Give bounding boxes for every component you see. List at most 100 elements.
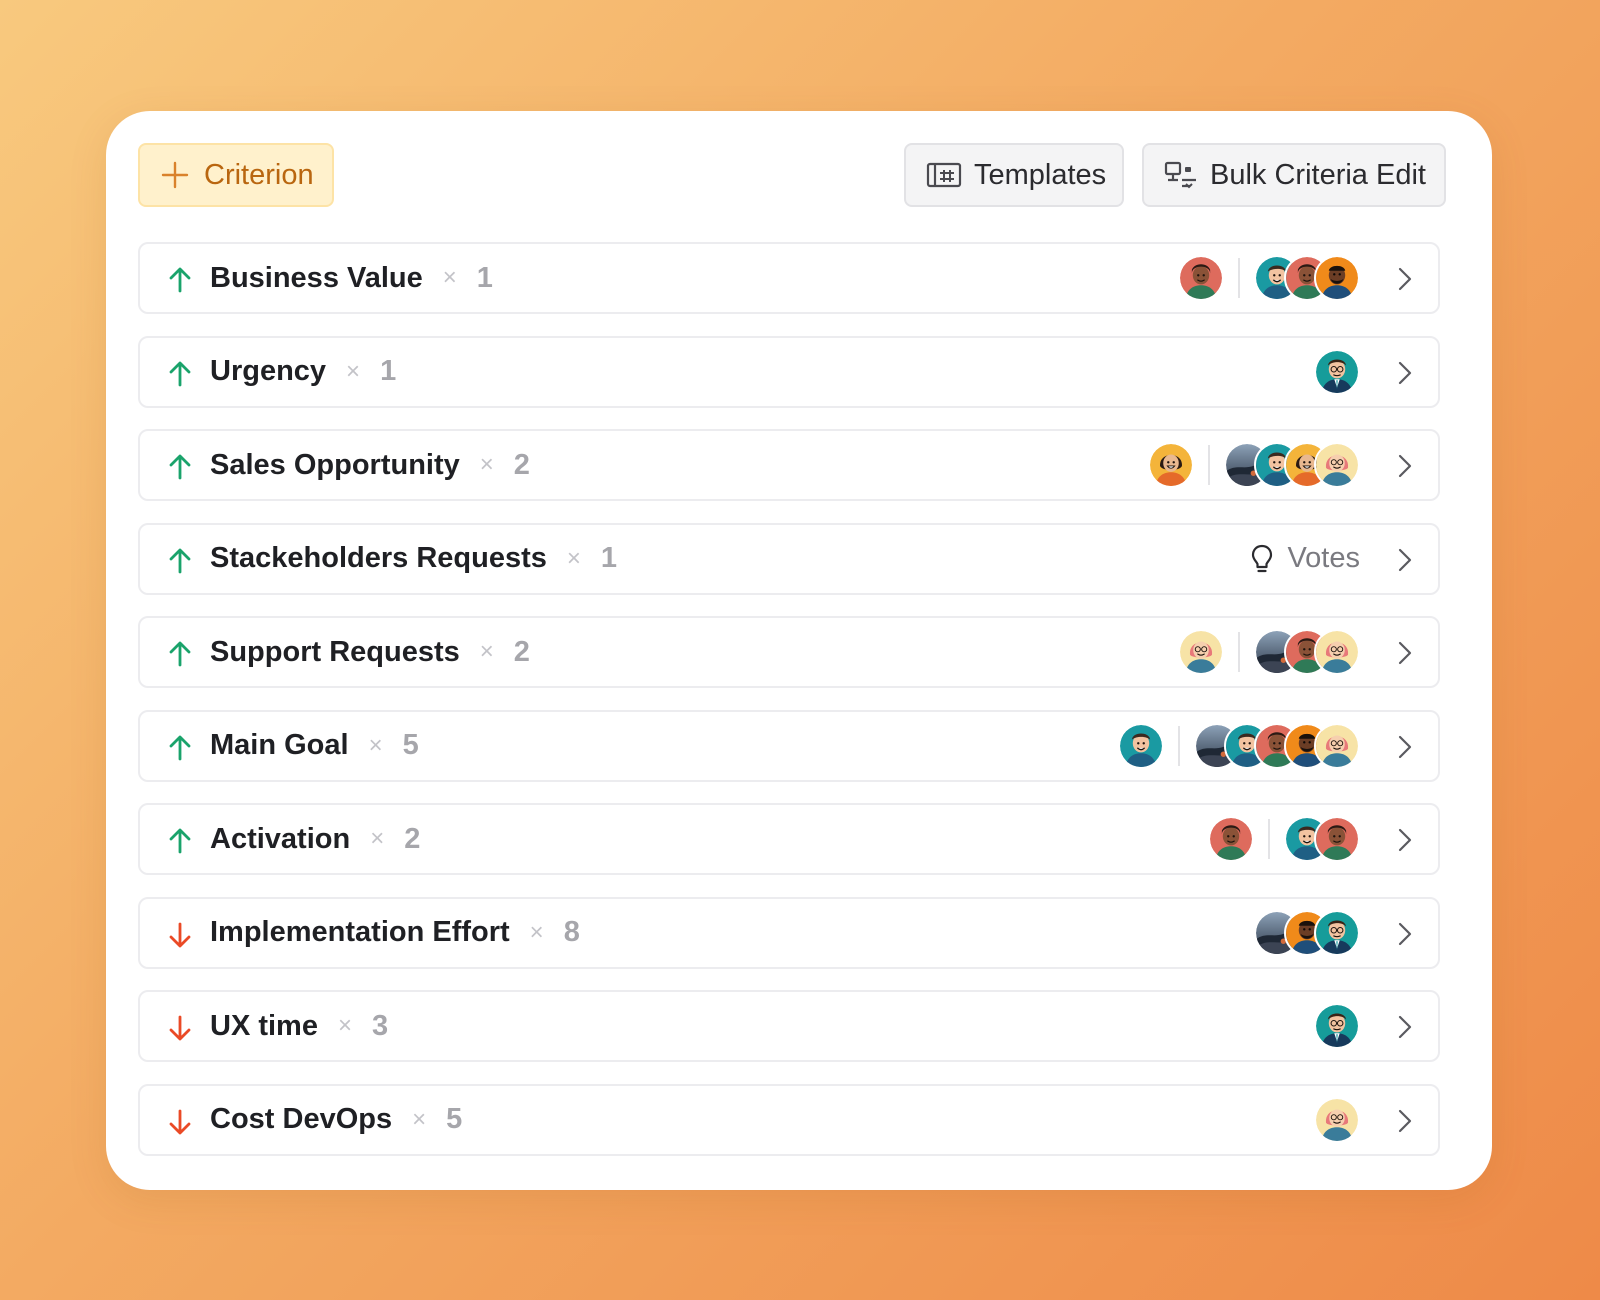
criterion-name: Stackeholders Requests [210,542,547,574]
voter-avatars [1194,722,1360,769]
multiply-icon: × [337,1012,352,1039]
voter-avatars [1224,442,1360,488]
chevron-right-icon[interactable] [1394,827,1416,853]
multiply-icon: × [442,264,457,291]
plus-icon [161,161,189,189]
chevron-right-icon[interactable] [1394,734,1416,760]
avatar-woman-pink[interactable] [1314,629,1360,675]
criterion-row[interactable]: Main Goal × 5 [138,709,1440,782]
criterion-weight: 1 [380,355,397,387]
criteria-card: Criterion Templates Bulk Criteria Edit B… [106,111,1492,1190]
assignees [1178,618,1360,686]
chevron-right-icon[interactable] [1394,921,1416,947]
criterion-name-group: UX time × 3 [210,1010,388,1043]
bulk-criteria-edit-button[interactable]: Bulk Criteria Edit [1142,143,1446,207]
criterion-name-group: Support Requests × 2 [210,636,530,669]
criterion-weight: 5 [402,729,419,761]
multiply-icon: × [566,544,581,572]
criterion-name-group: Urgency × 1 [210,355,396,388]
avatar-woman-green[interactable] [1208,816,1254,862]
avatar-man-teal[interactable] [1118,722,1164,769]
criterion-name-group: Business Value × 1 [210,262,493,295]
chevron-right-icon[interactable] [1394,1108,1416,1134]
divider [1178,725,1180,766]
criterion-row[interactable]: Stackeholders Requests × 1 Votes [138,522,1440,595]
criterion-row[interactable]: UX time × 3 [138,990,1440,1062]
criterion-name: Implementation Effort [210,916,510,948]
voter-avatars [1284,816,1360,862]
criterion-name: UX time [210,1009,318,1042]
criterion-row[interactable]: Implementation Effort × 8 [138,896,1440,969]
divider [1268,819,1270,859]
arrow-up-icon [169,828,191,854]
avatar-woman-pink[interactable] [1314,722,1360,769]
avatar-woman-pink[interactable] [1314,442,1360,488]
arrow-up-icon [169,454,191,480]
owner-avatars [1178,629,1224,675]
arrow-up-icon [169,735,191,760]
avatar-woman-pink[interactable] [1178,629,1224,675]
templates-icon [926,162,962,188]
voter-avatars [1314,1096,1360,1143]
avatar-man-suit[interactable] [1314,909,1360,956]
criterion-name: Business Value [210,261,423,294]
owner-avatars [1148,442,1194,488]
criterion-row[interactable]: Support Requests × 2 [138,616,1440,688]
owner-avatars [1118,722,1164,769]
avatar-man-orange[interactable] [1314,255,1360,301]
multiply-icon: × [479,451,494,478]
toolbar: Criterion Templates Bulk Criteria Edit [138,143,1446,207]
arrow-down-icon [169,1015,191,1041]
voter-avatars [1254,255,1360,301]
assignees [1178,244,1360,312]
voter-avatars [1254,909,1360,956]
chevron-right-icon[interactable] [1394,453,1416,479]
chevron-right-icon[interactable] [1394,360,1416,386]
avatar-woman-yellow[interactable] [1148,442,1194,488]
arrow-up-icon [169,267,191,293]
criterion-name: Activation [210,822,351,855]
templates-button[interactable]: Templates [904,143,1124,207]
divider [1238,632,1240,672]
avatar-woman-pink[interactable] [1314,1096,1360,1143]
voter-avatars [1314,1003,1360,1049]
assignees [1314,1086,1360,1154]
voter-avatars [1314,348,1360,395]
criterion-weight: 2 [513,448,530,481]
avatar-woman-green[interactable] [1178,255,1224,301]
avatar-woman-green[interactable] [1314,816,1360,862]
voter-avatars [1254,629,1360,675]
divider [1238,258,1240,298]
avatar-man-suit[interactable] [1314,1003,1360,1049]
criterion-name-group: Activation × 2 [210,823,420,856]
criterion-name: Cost DevOps [210,1103,393,1135]
multiply-icon: × [479,638,494,665]
add-criterion-button[interactable]: Criterion [138,143,334,207]
add-criterion-label: Criterion [204,158,314,191]
criterion-weight: 2 [404,822,421,855]
assignees [1254,899,1360,967]
criterion-row[interactable]: Activation × 2 [138,803,1440,875]
criterion-row[interactable]: Business Value × 1 [138,242,1440,314]
assignees [1314,338,1360,406]
chevron-right-icon[interactable] [1394,266,1416,292]
criterion-name-group: Cost DevOps × 5 [210,1103,462,1136]
criterion-row[interactable]: Urgency × 1 [138,335,1440,408]
criteria-list: Business Value × 1 Urgency × 1 Sales Opportuni… [138,242,1440,1177]
divider [1208,445,1210,485]
chevron-right-icon[interactable] [1394,547,1416,573]
bulk-edit-icon [1164,161,1196,189]
avatar-man-suit[interactable] [1314,348,1360,395]
assignees: Votes [1251,525,1360,593]
criterion-row[interactable]: Cost DevOps × 5 [138,1083,1440,1156]
assignees [1148,431,1360,499]
criterion-name-group: Stackeholders Requests × 1 [210,542,617,575]
assignees [1208,805,1360,873]
chevron-right-icon[interactable] [1394,640,1416,666]
criterion-name: Urgency [210,355,327,387]
criterion-row[interactable]: Sales Opportunity × 2 [138,429,1440,501]
chevron-right-icon[interactable] [1394,1014,1416,1040]
criterion-name: Support Requests [210,635,460,668]
arrow-up-icon [169,641,191,667]
criterion-name-group: Main Goal × 5 [210,729,419,762]
